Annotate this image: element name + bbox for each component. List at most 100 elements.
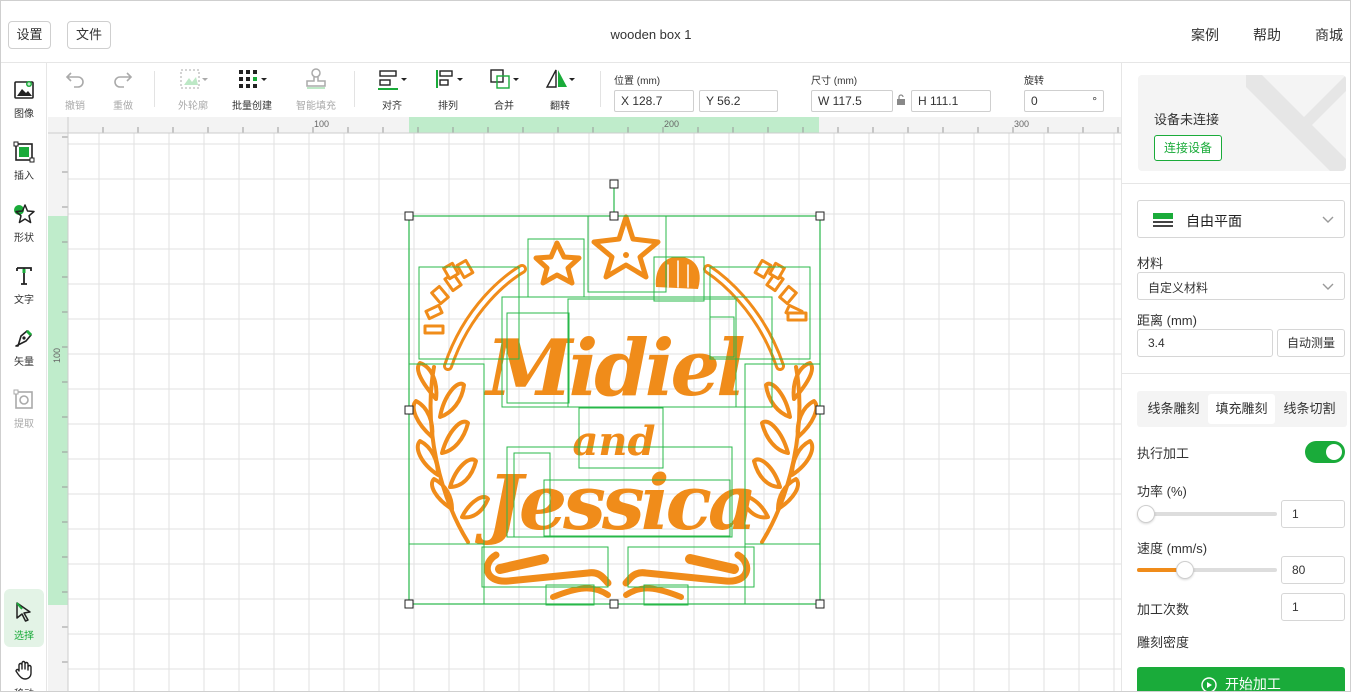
panel-divider (1122, 373, 1350, 374)
redo-button[interactable]: 重做 (106, 67, 140, 112)
merge-icon (490, 69, 519, 89)
insert-icon (13, 141, 35, 163)
rotate-value: 0 (1031, 94, 1038, 108)
align-label: 对齐 (382, 101, 402, 112)
work-mode-value: 自由平面 (1186, 213, 1242, 229)
batch-grid-icon (239, 70, 267, 88)
size-width-input[interactable]: W 117.5 (811, 90, 893, 112)
align-icon (378, 70, 407, 90)
resize-handle (404, 599, 414, 609)
power-slider-handle[interactable] (1137, 505, 1155, 523)
tool-label-vector: 矢量 (14, 357, 34, 368)
chevron-down-icon (1322, 283, 1334, 290)
lock-ratio-icon[interactable] (896, 94, 906, 106)
tool-insert[interactable]: 插入 (1, 129, 47, 187)
position-x-input[interactable]: X 128.7 (614, 90, 694, 112)
distance-input[interactable]: 3.4 (1137, 329, 1273, 357)
tab-line-cut[interactable]: 线条切割 (1276, 394, 1343, 424)
right-laurel[interactable] (740, 361, 819, 544)
artwork-name-bottom[interactable]: Jessica (475, 458, 757, 547)
resize-handle (609, 599, 619, 609)
work-mode-select[interactable]: 自由平面 (1137, 200, 1345, 238)
toolbar-divider (600, 71, 601, 107)
ruler-top-label-100: 100 (314, 119, 329, 129)
panel-divider (1122, 183, 1350, 184)
position-label: 位置 (mm) (614, 76, 661, 87)
tool-select[interactable]: 选择 (4, 589, 44, 647)
speed-slider[interactable] (1137, 561, 1277, 579)
flat-surface-icon (1153, 213, 1173, 227)
density-label: 雕刻密度 (1137, 635, 1190, 650)
starfish-center (623, 252, 629, 258)
material-label: 材料 (1137, 256, 1164, 271)
tool-image[interactable]: 图像 (1, 67, 47, 125)
smart-fill-button[interactable]: 智能填充 (292, 67, 340, 112)
canvas-workspace[interactable]: 100 200 300 100 Midiel and Jessica (48, 117, 1121, 692)
settings-button[interactable]: 设置 (8, 21, 51, 49)
merge-button[interactable]: 合并 (486, 67, 522, 112)
component-bounding-box (408, 543, 485, 605)
speed-input[interactable]: 80 (1281, 556, 1345, 584)
align-button[interactable]: 对齐 (374, 67, 410, 112)
right-settings-panel: 设备未连接 连接设备 自由平面 材料 自定义材料 距离 (mm) 3.4 自动测… (1121, 63, 1350, 691)
tab-fill-engrave[interactable]: 填充雕刻 (1208, 394, 1275, 424)
passes-input[interactable]: 1 (1281, 593, 1345, 621)
store-link[interactable]: 商城 (1315, 25, 1343, 45)
toggle-knob (1326, 444, 1342, 460)
left-laurel[interactable] (411, 361, 490, 544)
examples-link[interactable]: 案例 (1191, 25, 1219, 45)
tool-text[interactable]: 文字 (1, 253, 47, 311)
batch-create-button[interactable]: 批量创建 (228, 67, 276, 112)
smart-fill-label: 智能填充 (296, 101, 336, 112)
ribbon-tails[interactable] (550, 585, 684, 600)
file-button[interactable]: 文件 (67, 21, 111, 49)
ruler-left-label-100: 100 (52, 348, 62, 363)
undo-button[interactable]: 撤销 (58, 67, 92, 112)
ruler-top-label-200: 200 (664, 119, 679, 129)
distance-label: 距离 (mm) (1137, 313, 1197, 328)
text-icon (16, 267, 32, 285)
select-cursor-icon (16, 602, 31, 622)
connect-device-button[interactable]: 连接设备 (1154, 135, 1222, 161)
header-bar: 设置 文件 wooden box 1 案例 帮助 商城 (1, 1, 1350, 63)
tool-extract[interactable]: 提取 (1, 377, 47, 435)
tool-move[interactable]: 移动 (1, 647, 47, 691)
auto-measure-button[interactable]: 自动测量 (1277, 329, 1345, 357)
redo-label: 重做 (113, 101, 133, 112)
size-height-input[interactable]: H 111.1 (911, 90, 991, 112)
material-select[interactable]: 自定义材料 (1137, 272, 1345, 300)
power-slider[interactable] (1137, 505, 1277, 523)
tool-vector[interactable]: 矢量 (1, 315, 47, 373)
toolbar-divider (154, 71, 155, 107)
help-link[interactable]: 帮助 (1253, 25, 1281, 45)
left-toolbar: 图像 插入 形状 文字 矢量 提取 选择 移动 (1, 63, 47, 691)
position-y-input[interactable]: Y 56.2 (699, 90, 778, 112)
right-ray-marks[interactable] (753, 258, 808, 322)
tool-label-image: 图像 (14, 109, 34, 120)
rotate-input[interactable]: 0 ° (1024, 90, 1104, 112)
artwork-name-top[interactable]: Midiel (483, 323, 748, 414)
image-icon (14, 81, 34, 99)
play-icon (1201, 677, 1217, 691)
tab-line-engrave[interactable]: 线条雕刻 (1140, 394, 1207, 424)
ruler-top-label-300: 300 (1014, 119, 1029, 129)
rotate-unit: ° (1092, 94, 1097, 108)
ruler-left-selection (48, 216, 68, 605)
merge-label: 合并 (494, 101, 514, 112)
execute-toggle[interactable] (1305, 441, 1345, 463)
power-input[interactable]: 1 (1281, 500, 1345, 528)
speed-slider-handle[interactable] (1176, 561, 1194, 579)
shape-star-icon (14, 204, 35, 224)
ruler-top-selection (409, 117, 819, 133)
flip-button[interactable]: 翻转 (542, 67, 578, 112)
tool-label-extract: 提取 (14, 419, 34, 430)
design-canvas[interactable]: 100 200 300 100 Midiel and Jessica (48, 117, 1121, 692)
start-processing-button[interactable]: 开始加工 (1137, 667, 1345, 691)
large-starfish[interactable] (591, 214, 661, 280)
tool-label-insert: 插入 (14, 171, 34, 182)
outline-button[interactable]: 外轮廓 (170, 67, 216, 112)
toolbar-divider (354, 71, 355, 107)
tool-shape[interactable]: 形状 (1, 191, 47, 249)
tool-label-text: 文字 (14, 295, 34, 306)
arrange-button[interactable]: 排列 (430, 67, 466, 112)
